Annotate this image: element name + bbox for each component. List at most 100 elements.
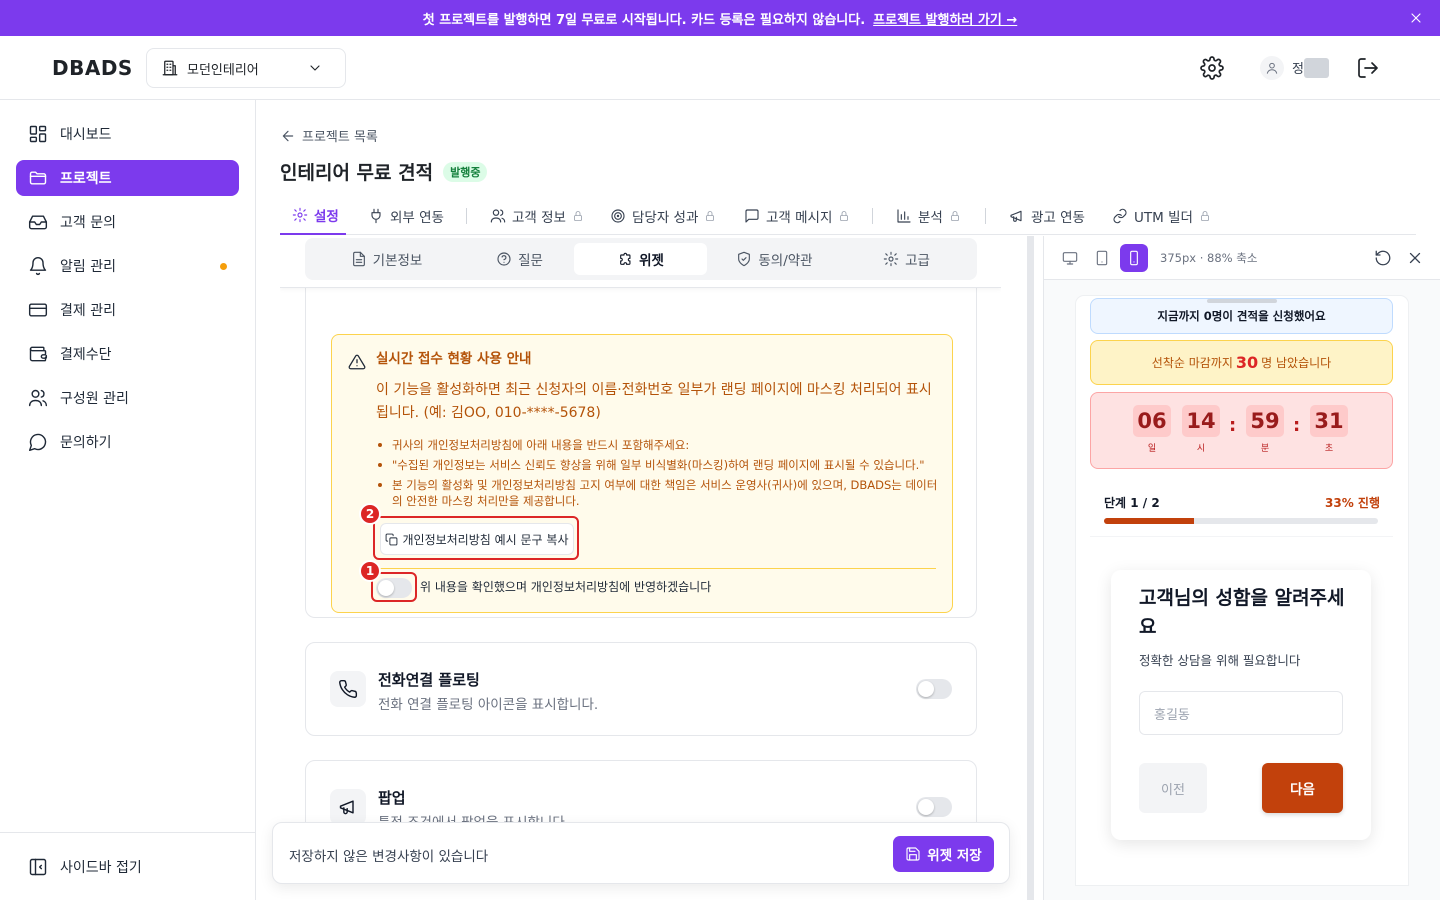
tab-label: 외부 연동 [390,209,444,226]
settings-subtabs: 기본정보 질문 위젯 동의/약관 고급 [305,238,977,280]
countdown-days: 06 [1133,405,1171,437]
popup-toggle[interactable] [916,797,952,817]
feature-desc: 전화 연결 플로팅 아이콘을 표시합니다. [378,697,599,713]
question-title: 고객님의 성함을 알려주세요 [1139,587,1345,638]
mobile-view-button[interactable] [1120,244,1148,272]
countdown-unit: 초 [1324,444,1334,454]
next-button[interactable]: 다음 [1262,763,1343,813]
sidebar-item-billing[interactable]: 결제 관리 [16,292,239,328]
tab-label: 설정 [314,208,339,225]
tab-staff-performance[interactable]: 담당자 성과 [610,196,716,235]
panel-collapse-icon [29,858,47,876]
chat-icon [28,433,47,452]
sidebar-item-projects[interactable]: 프로젝트 [16,160,239,196]
chevron-down-icon [310,65,320,71]
tab-divider [466,208,467,224]
step-progress-bar [1104,518,1378,524]
tab-divider [985,208,986,224]
countdown-colon: : [1293,415,1301,436]
tab-label: 고객 메시지 [766,209,833,226]
tab-customer-messages[interactable]: 고객 메시지 [744,196,850,235]
feature-title: 팝업 [378,789,406,807]
highlight-marker-1: 1 [359,560,381,582]
page-title: 인테리어 무료 견적 발행중 [280,158,488,185]
subtab-consent[interactable]: 동의/약관 [708,243,841,275]
name-input[interactable]: 홍길동 [1139,691,1343,735]
banner-publish-link[interactable]: 프로젝트 발행하러 가기 → [873,9,1017,28]
users-icon [28,389,48,407]
tab-analytics[interactable]: 분석 [896,196,961,235]
plug-icon [371,208,381,223]
avatar[interactable] [1260,56,1284,80]
preview-divider [1090,536,1393,537]
phone-floating-toggle[interactable] [916,679,952,699]
sidebar-item-contact[interactable]: 문의하기 [16,424,239,460]
content-scrollbar[interactable] [1027,236,1034,900]
sidebar: 대시보드 프로젝트 고객 문의 알림 관리 결제 관리 결제수단 구성원 관리 … [0,100,256,900]
lock-icon [1200,210,1209,221]
tab-customer-info[interactable]: 고객 정보 [490,196,584,235]
tab-label: UTM 빌더 [1134,209,1193,226]
sidebar-item-label: 알림 관리 [60,259,116,275]
tab-integrations[interactable]: 외부 연동 [368,196,444,235]
question-card: 고객님의 성함을 알려주세요 정확한 상담을 위해 필요합니다 홍길동 이전 다… [1111,570,1371,840]
inbox-icon [28,215,48,230]
tab-label: 담당자 성과 [632,209,699,226]
users-icon [490,208,506,223]
refresh-icon[interactable] [1374,249,1392,267]
shield-check-icon [738,251,751,267]
banner-text: 첫 프로젝트를 발행하면 7일 무료로 시작됩니다. 카드 등록은 필요하지 않… [422,12,866,28]
desktop-view-button[interactable] [1056,244,1084,272]
user-name[interactable]: 정 [1292,58,1304,77]
message-square-icon [745,208,759,223]
step-label: 단계 1 / 2 [1104,496,1160,510]
subtab-label: 질문 [518,253,543,269]
project-select-value: 모던인테리어 [187,62,259,78]
subtab-widget[interactable]: 위젯 [574,243,707,275]
lock-icon [950,210,959,221]
preview-size-label: 375px · 88% 축소 [1160,251,1258,265]
notice-body: 이 기능을 활성화하면 최근 신청자의 이름·전화번호 일부가 랜딩 페이지에 … [376,382,932,421]
megaphone-icon [339,800,354,815]
sidebar-item-label: 고객 문의 [60,215,116,231]
sidebar-item-notifications[interactable]: 알림 관리 [16,248,239,284]
subtab-advanced[interactable]: 고급 [840,243,973,275]
prev-button[interactable]: 이전 [1139,763,1207,813]
tab-settings[interactable]: 설정 [280,196,346,235]
deadline-text-post: 명 남았습니다 [1261,356,1332,370]
bell-icon [29,257,47,276]
tablet-icon [1096,250,1108,266]
gear-icon [883,251,899,267]
puzzle-icon [620,252,631,265]
sidebar-footer: 사이드바 접기 [0,832,255,900]
tab-ad-integration[interactable]: 광고 연동 [1009,196,1085,235]
sidebar-item-label: 구성원 관리 [60,391,129,407]
sidebar-item-dashboard[interactable]: 대시보드 [16,116,239,152]
back-to-projects-link[interactable]: 프로젝트 목록 [280,126,378,145]
tab-label: 광고 연동 [1031,209,1085,226]
save-button-label: 위젯 저장 [927,848,982,864]
sidebar-item-payment-methods[interactable]: 결제수단 [16,336,239,372]
sidebar-item-inquiries[interactable]: 고객 문의 [16,204,239,240]
gear-icon [292,207,308,222]
tab-utm-builder[interactable]: UTM 빌더 [1112,196,1211,235]
settings-gear-icon[interactable] [1200,56,1224,80]
tablet-view-button[interactable] [1088,244,1116,272]
preview-toolbar: 375px · 88% 축소 [1044,236,1440,280]
project-select[interactable]: 모던인테리어 [146,48,346,88]
subtab-basic-info[interactable]: 기본정보 [320,243,453,275]
subtab-questions[interactable]: 질문 [453,243,586,275]
close-icon[interactable] [1406,249,1424,267]
project-tabs: 설정 외부 연동 고객 정보 담당자 성과 고객 메시지 분석 광고 연동 UT… [280,196,1416,235]
save-widget-button[interactable]: 위젯 저장 [893,836,994,872]
widget-settings-panel: 기본정보 질문 위젯 동의/약관 고급 실시간 접수 현황 사용 안내 이 기능… [280,236,1001,900]
bar-chart-icon [897,208,911,223]
sidebar-item-members[interactable]: 구성원 관리 [16,380,239,416]
close-icon[interactable] [1408,10,1424,26]
sidebar-collapse-label: 사이드바 접기 [60,860,142,876]
logo[interactable]: DBADS [52,56,133,80]
privacy-notice: 실시간 접수 현황 사용 안내 이 기능을 활성화하면 최근 신청자의 이름·전… [331,334,953,613]
notification-dot [220,263,227,270]
logout-icon[interactable] [1356,56,1380,80]
sidebar-collapse-button[interactable]: 사이드바 접기 [16,849,239,885]
